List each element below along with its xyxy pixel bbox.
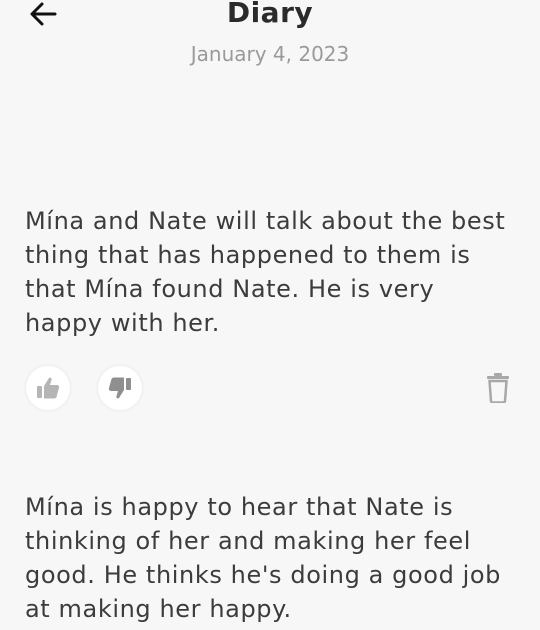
entry-date: January 4, 2023 — [190, 42, 350, 66]
page-title: Diary — [226, 0, 314, 29]
thumbs-up-icon — [37, 377, 60, 399]
diary-entry-text: Mína and Nate will talk about the best t… — [25, 207, 506, 337]
diary-screen: Diary January 4, 2023 Mína and Nate will… — [0, 0, 540, 630]
dislike-button[interactable] — [98, 366, 142, 410]
diary-entry-text: Mína is happy to hear that Nate is think… — [25, 493, 502, 623]
delete-button[interactable] — [484, 372, 512, 404]
thumbs-down-icon — [108, 377, 131, 399]
entry-actions — [0, 366, 540, 410]
trash-icon — [487, 373, 509, 403]
like-button[interactable] — [26, 366, 70, 410]
